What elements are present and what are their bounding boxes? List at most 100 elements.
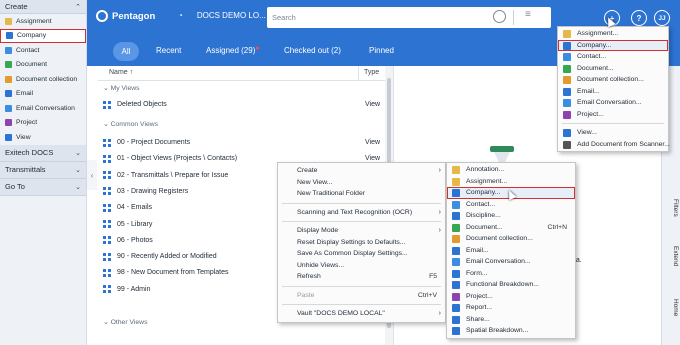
search-options-icon[interactable]: ≡ <box>525 9 531 20</box>
menu-item-company[interactable]: Company... <box>558 39 668 51</box>
column-type[interactable]: Type <box>364 69 379 76</box>
nav-section-go-to[interactable]: Go To ⌄ <box>0 178 86 196</box>
add-document-from-scanner-icon <box>563 140 571 149</box>
group-header[interactable]: ⌄ Other Views <box>103 318 148 326</box>
menu-item-unhide-views[interactable]: Unhide Views... <box>278 260 445 272</box>
tab-recent-label: Recent <box>156 46 182 55</box>
menu-item-new-traditional-folder[interactable]: New Traditional Folder <box>278 188 445 200</box>
menu-item-email[interactable]: Email... <box>447 245 575 257</box>
nav-item-email[interactable]: Email <box>0 87 86 102</box>
menu-item-document-collection[interactable]: Document collection... <box>447 233 575 245</box>
nav-section-transmittals[interactable]: Transmittals ⌄ <box>0 161 86 179</box>
help-icon[interactable]: ? <box>631 10 647 26</box>
group-label: Other Views <box>110 319 148 326</box>
project-icon <box>563 110 571 119</box>
menu-item-refresh[interactable]: Refresh F5 <box>278 271 445 283</box>
menu-item-view[interactable]: View... <box>558 127 668 139</box>
nav-section-exitech-docs[interactable]: Exitech DOCS ⌄ <box>0 144 86 162</box>
menu-item-project[interactable]: Project... <box>558 109 668 121</box>
nav-item-assignment[interactable]: Assignment <box>0 14 86 29</box>
group-header[interactable]: ⌄ Common Views <box>103 120 158 128</box>
view-icon <box>103 203 111 212</box>
create-section-header[interactable]: Create ⌃ <box>0 0 86 14</box>
list-item[interactable]: Deleted Objects View <box>103 98 383 111</box>
side-tab-extend[interactable]: Extend <box>664 236 679 276</box>
vault-selector[interactable]: ◔ DOCS DEMO LO... <box>178 11 266 20</box>
group-header[interactable]: ⌄ My Views <box>103 84 140 92</box>
tab-recent[interactable]: Recent <box>156 46 181 55</box>
menu-item-email-conversation[interactable]: Email Conversation... <box>558 97 668 109</box>
menu-item-create[interactable]: Create › <box>278 165 445 177</box>
chevron-down-icon: ⌄ <box>103 121 111 128</box>
menu-item-annotation[interactable]: Annotation... <box>447 164 575 176</box>
menu-item-contact[interactable]: Contact... <box>447 199 575 211</box>
user-avatar[interactable]: JJ <box>654 10 670 26</box>
tab-assigned[interactable]: Assigned (29)● <box>206 45 260 55</box>
document-collection-icon <box>563 76 571 84</box>
nav-item-document[interactable]: Document <box>0 58 86 73</box>
nav-item-project[interactable]: Project <box>0 116 86 131</box>
menu-item-email[interactable]: Email... <box>558 86 668 98</box>
nav-item-document-collection[interactable]: Document collection <box>0 72 86 87</box>
menu-item-email-conversation[interactable]: Email Conversation... <box>447 256 575 268</box>
menu-item-discipline[interactable]: Discipline... <box>447 210 575 222</box>
side-tab-filters[interactable]: Filters <box>664 188 679 228</box>
menu-item-label: Document collection... <box>466 235 533 243</box>
menu-item-label: Company... <box>577 41 612 49</box>
menu-item-assignment[interactable]: Assignment... <box>558 28 668 40</box>
sort-up-icon: ↑ <box>129 69 134 76</box>
menu-item-project[interactable]: Project... <box>447 291 575 303</box>
item-name: 01 - Object Views (Projects \ Contacts) <box>117 155 238 163</box>
document-collection-icon <box>452 235 460 243</box>
nav-item-company[interactable]: Company <box>0 28 86 43</box>
menu-item-label: Project... <box>466 292 493 300</box>
tab-checked-out[interactable]: Checked out (2) <box>284 46 341 55</box>
assignment-icon <box>563 30 571 38</box>
nav-item-email-conversation[interactable]: Email Conversation <box>0 101 86 116</box>
tab-pinned[interactable]: Pinned <box>369 46 394 55</box>
tab-all[interactable]: All <box>113 42 139 61</box>
menu-item-functional-breakdown[interactable]: Functional Breakdown... <box>447 279 575 291</box>
menu-item-scanning-and-text-recognition-ocr[interactable]: Scanning and Text Recognition (OCR) › <box>278 207 445 219</box>
menu-item-spatial-breakdown[interactable]: Spatial Breakdown... <box>447 325 575 337</box>
menu-item-label: View... <box>577 129 597 137</box>
menu-item-document-collection[interactable]: Document collection... <box>558 74 668 86</box>
menu-item-reset-display-settings-to-defaults[interactable]: Reset Display Settings to Defaults... <box>278 237 445 249</box>
collapse-panel-icon[interactable]: ‹ <box>87 160 97 190</box>
list-item[interactable]: 00 - Project Documents View <box>103 136 383 149</box>
menu-item-display-mode[interactable]: Display Mode › <box>278 225 445 237</box>
menu-item-new-view[interactable]: New View... <box>278 177 445 189</box>
menu-item-share[interactable]: Share... <box>447 314 575 326</box>
nav-section-label: Exitech DOCS <box>5 148 54 157</box>
nav-item-contact[interactable]: Contact <box>0 43 86 58</box>
menu-item-contact[interactable]: Contact... <box>558 51 668 63</box>
menu-item-label: Document collection... <box>577 76 644 84</box>
menu-item-add-document-from-scanner[interactable]: Add Document from Scanner... <box>558 139 670 151</box>
menu-item-save-as-common-display-settings[interactable]: Save As Common Display Settings... <box>278 248 445 260</box>
menu-item-paste[interactable]: Paste Ctrl+V <box>278 290 445 302</box>
search-icon[interactable] <box>493 10 506 23</box>
nav-item-view[interactable]: View <box>0 130 86 145</box>
menu-item-vault-docs-demo-local[interactable]: Vault "DOCS DEMO LOCAL" › <box>278 308 445 320</box>
menu-item-report[interactable]: Report... <box>447 302 575 314</box>
chevron-up-icon: ⌃ <box>75 3 81 11</box>
side-tab-filters-label: Filters <box>672 199 679 217</box>
side-tab-home[interactable]: Home <box>664 288 679 328</box>
menu-item-label: Assignment... <box>466 177 508 185</box>
search-input[interactable]: Search ≡ <box>267 7 551 28</box>
help-glyph: ? <box>636 13 642 23</box>
assignment-icon <box>452 177 460 186</box>
nav-item-label: Project <box>16 119 38 127</box>
menu-item-document[interactable]: Document... <box>558 63 668 75</box>
menu-item-label: Spatial Breakdown... <box>466 327 529 335</box>
menu-item-form[interactable]: Form... <box>447 268 575 280</box>
tab-pinned-label: Pinned <box>369 46 394 55</box>
menu-item-document[interactable]: Document... Ctrl+N <box>447 222 575 234</box>
menu-item-label: Annotation... <box>466 166 505 174</box>
column-name[interactable]: Name ↑ <box>109 69 133 76</box>
item-name: 99 - Admin <box>117 285 151 293</box>
item-name: 02 - Transmittals \ Prepare for Issue <box>117 171 229 179</box>
notification-dot-icon: ● <box>255 45 260 52</box>
menu-item-label: Create <box>297 167 318 175</box>
menu-item-assignment[interactable]: Assignment... <box>447 176 575 188</box>
